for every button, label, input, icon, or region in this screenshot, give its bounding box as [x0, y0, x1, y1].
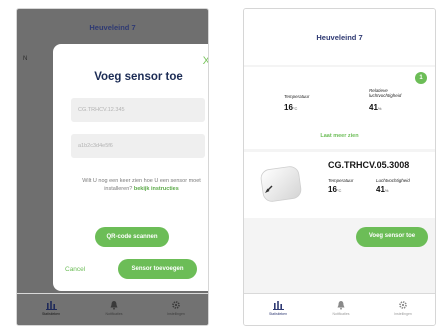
modal-title: Voeg sensor toe	[94, 71, 183, 83]
cancel-button[interactable]: Cancel	[65, 266, 85, 273]
humidity-number: 41	[376, 185, 385, 194]
temperature-unit: °C	[336, 188, 342, 193]
tab-label: Instellingen	[167, 312, 185, 316]
bell-icon	[337, 301, 345, 310]
humidity-label: Luchtvochtigheid	[376, 178, 410, 183]
phone-screen-right: Heuveleind 7 1 Temperatuur Relatieve luc…	[243, 8, 436, 326]
sensor-card[interactable]: CG.TRHCV.05.3008 Temperatuur Luchtvochti…	[244, 152, 435, 218]
humidity-value: 41%	[376, 185, 388, 194]
tab-statistics[interactable]: Statistieken	[21, 294, 81, 325]
tab-label: Statistieken	[268, 312, 288, 316]
tab-bar: Statistieken Notificaties Instellingen	[244, 293, 435, 325]
add-sensor-modal: X Voeg sensor toe CG.TRHCV.12.345 a1b2c3…	[53, 44, 208, 291]
temperature-value: 16°C	[328, 185, 341, 194]
gear-icon	[399, 301, 407, 309]
tab-settings[interactable]: Instellingen	[373, 294, 433, 325]
help-text: Wilt U nog een keer zien hoe U een senso…	[77, 177, 206, 193]
temperature-number: 16	[328, 185, 337, 194]
temperature-label: Temperatuur	[284, 94, 310, 99]
temperature-value: 16°C	[284, 103, 297, 112]
tab-label: Notificaties	[332, 312, 350, 316]
add-sensor-button[interactable]: Voeg sensor toe	[356, 227, 428, 247]
bar-chart-icon	[45, 301, 57, 310]
tab-notifications[interactable]: Notificaties	[84, 294, 144, 325]
show-more-link[interactable]: Laat meer zien	[244, 133, 435, 139]
bar-chart-icon	[272, 301, 284, 310]
instructions-link[interactable]: bekijk instructies	[134, 186, 179, 192]
sensor-code-input[interactable]: a1b2c3d4e5f6	[71, 134, 205, 158]
sensor-device-image	[260, 166, 302, 202]
add-sensor-confirm-button[interactable]: Sensor toevoegen	[118, 259, 197, 279]
temperature-unit: °C	[292, 106, 298, 111]
tab-statistics[interactable]: Statistieken	[248, 294, 308, 325]
tab-settings[interactable]: Instellingen	[146, 294, 206, 325]
tab-bar: Statistieken Notificaties Instellingen	[17, 293, 208, 325]
humidity-unit: %	[384, 188, 389, 193]
bell-icon	[110, 301, 118, 310]
room-summary-card: 1 Temperatuur Relatieve luchtvochtigheid…	[244, 67, 435, 149]
temperature-number: 16	[284, 103, 293, 112]
phone-screen-left: Heuveleind 7 N X Voeg sensor toe CG.TRHC…	[16, 8, 209, 326]
close-icon[interactable]: X	[203, 55, 208, 67]
sensor-name: CG.TRHCV.05.3008	[328, 160, 410, 170]
humidity-value: 41%	[369, 103, 381, 112]
sensor-count-badge: 1	[415, 72, 427, 84]
sensor-id-input[interactable]: CG.TRHCV.12.345	[71, 98, 205, 122]
gear-icon	[172, 301, 180, 309]
tab-notifications[interactable]: Notificaties	[311, 294, 371, 325]
temperature-label: Temperatuur	[328, 178, 354, 183]
background-text: N	[23, 56, 28, 62]
humidity-label: Relatieve luchtvochtigheid	[369, 88, 402, 98]
scan-qr-button[interactable]: QR-code scannen	[95, 227, 169, 247]
tab-label: Notificaties	[105, 312, 123, 316]
tab-label: Statistieken	[41, 312, 61, 316]
humidity-number: 41	[369, 103, 378, 112]
tab-label: Instellingen	[394, 312, 412, 316]
humidity-unit: %	[377, 106, 382, 111]
app-header: Heuveleind 7	[244, 9, 435, 65]
